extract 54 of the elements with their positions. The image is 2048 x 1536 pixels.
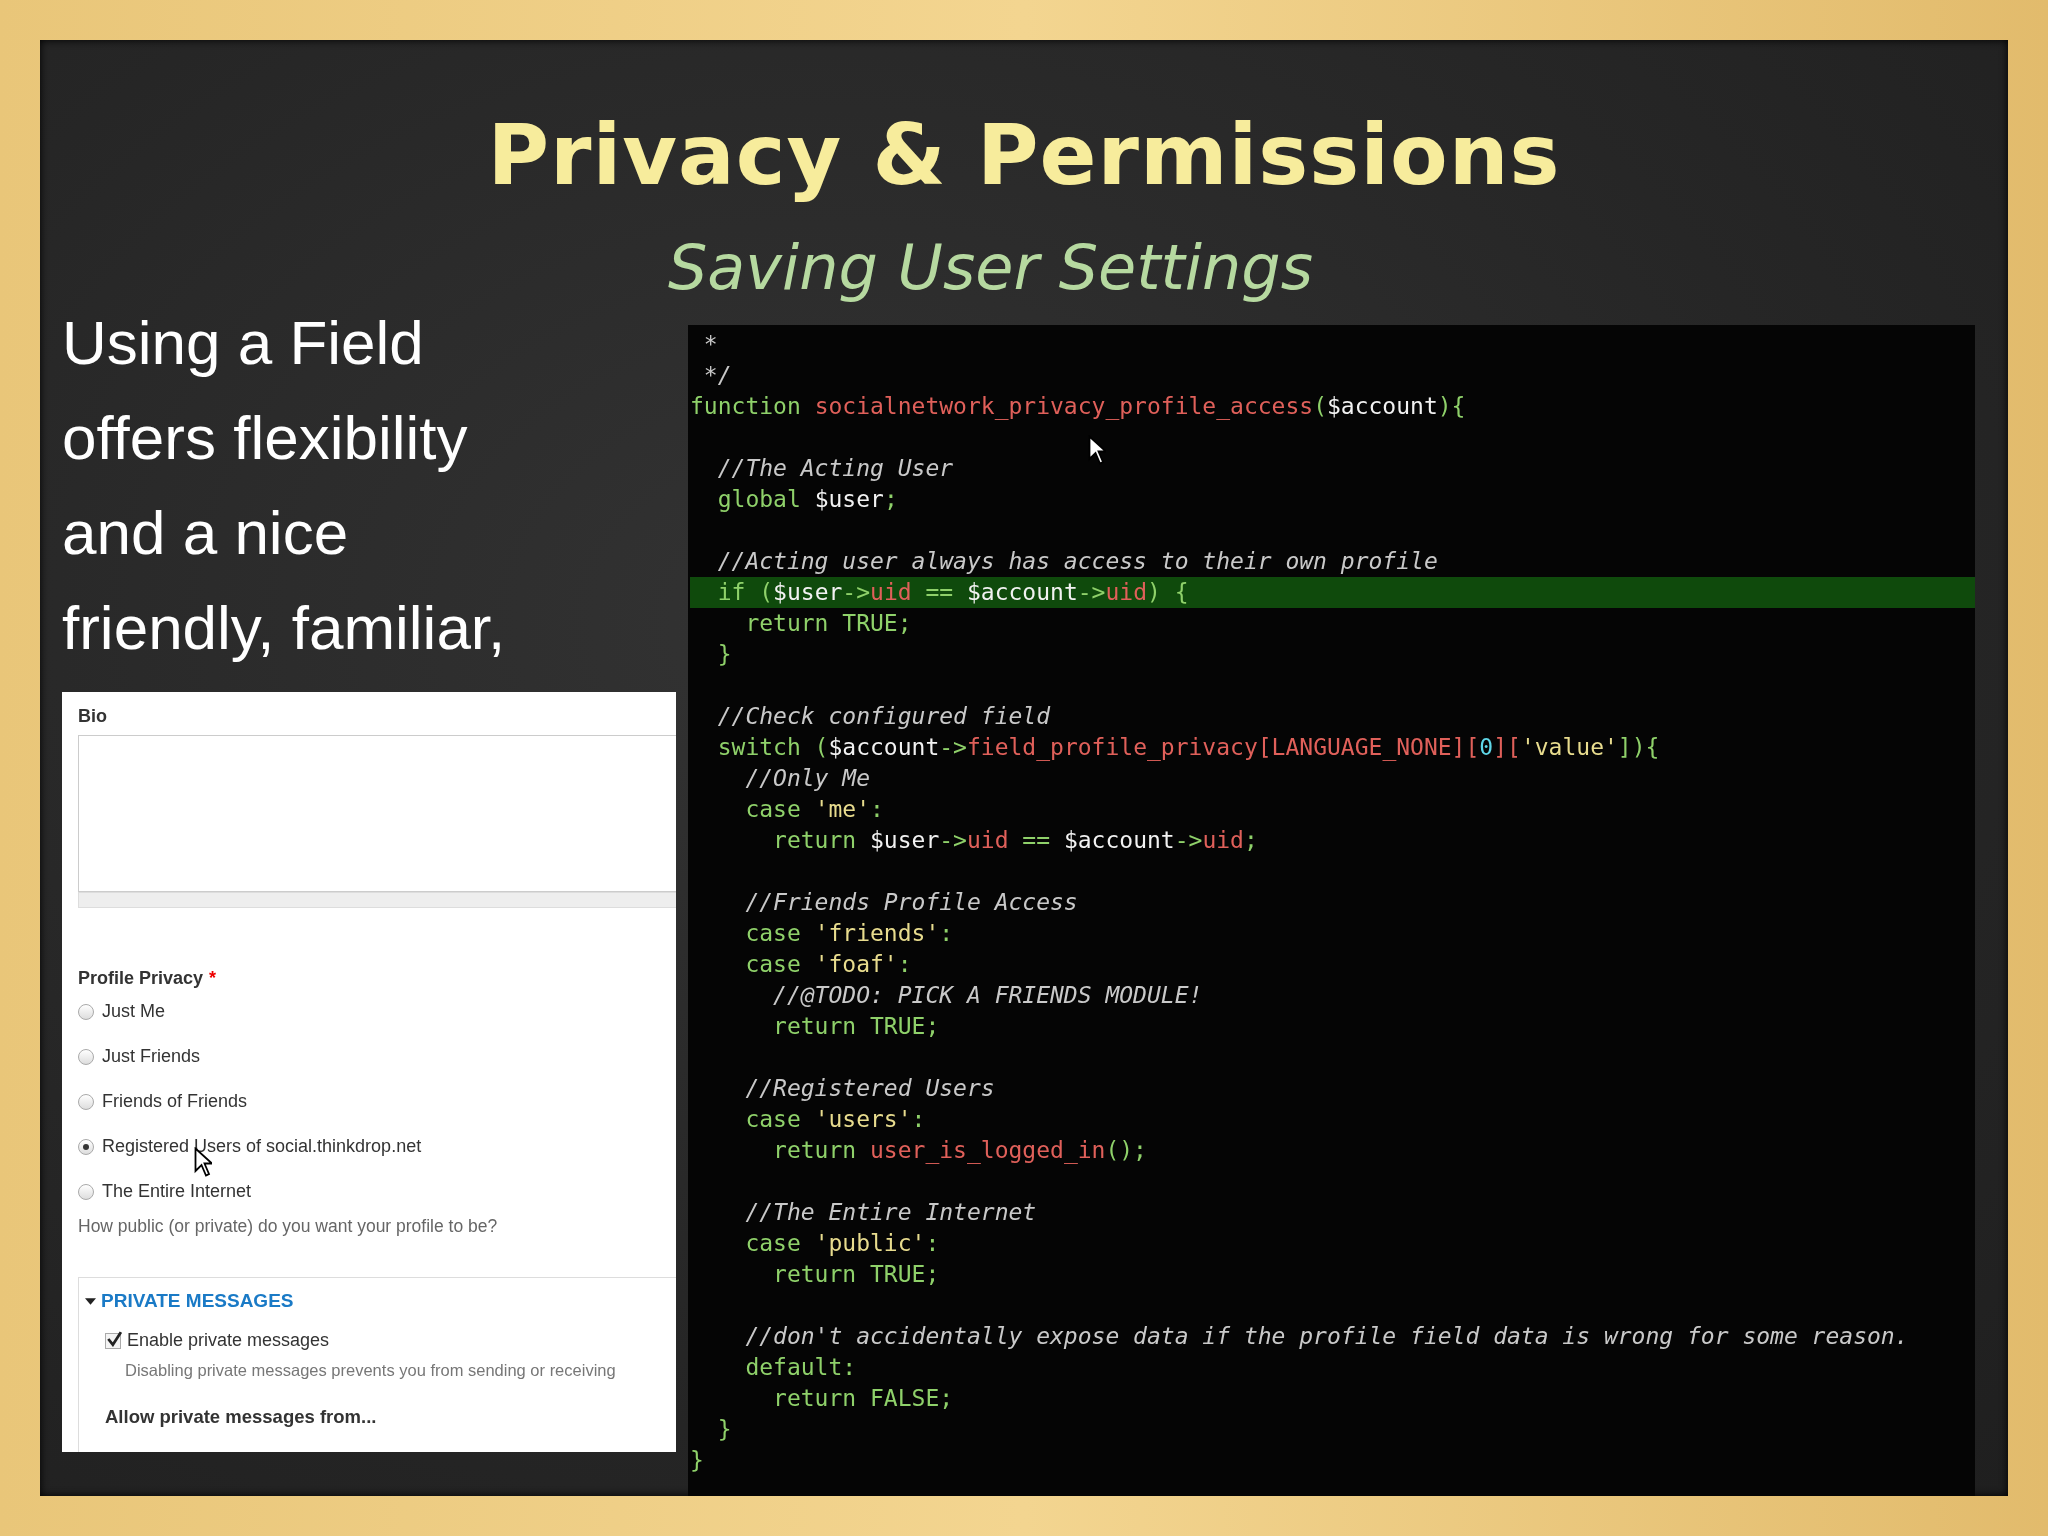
- radio-button[interactable]: [78, 1183, 94, 1200]
- code-line: return TRUE;: [772, 1260, 941, 1289]
- code-line: //Check configured field: [716, 702, 1052, 731]
- code-line: *: [702, 330, 719, 359]
- pointer-icon: [1088, 435, 1106, 465]
- code-line: function socialnetwork_privacy_profile_access($account){: [690, 392, 1467, 422]
- code-line: case 'foaf':: [744, 950, 913, 979]
- code-line: //The Acting User: [716, 454, 955, 483]
- code-line: return $user->uid == $account->uid;: [772, 826, 1259, 855]
- checkbox[interactable]: [105, 1332, 121, 1349]
- code-line: return TRUE;: [772, 1012, 941, 1041]
- code-line: return user_is_logged_in();: [772, 1136, 1148, 1166]
- code-line: //don't accidentally expose data if the profile field data is wrong for some reason.: [744, 1322, 1910, 1351]
- code-line: }: [716, 640, 733, 669]
- field-description: How public (or private) do you want your profile to be?: [78, 1216, 499, 1237]
- caret-icon[interactable]: [85, 1297, 96, 1305]
- code-line: //The Entire Internet: [744, 1198, 1038, 1227]
- code-line: case 'me':: [744, 795, 885, 824]
- radio-label[interactable]: Registered Users of social.thinkdrop.net: [102, 1136, 422, 1157]
- code-line: //@TODO: PICK A FRIENDS MODULE!: [772, 981, 1204, 1010]
- radio-button[interactable]: [78, 1048, 94, 1065]
- code-line: case 'public':: [744, 1229, 941, 1258]
- slide-subtitle: Saving User Settings: [668, 235, 1314, 301]
- code-line: //Only Me: [744, 764, 871, 793]
- radio-button[interactable]: [78, 1093, 94, 1110]
- radio-label[interactable]: The Entire Internet: [102, 1181, 252, 1202]
- code-line: case 'users':: [744, 1105, 927, 1134]
- radio-button[interactable]: [78, 1138, 94, 1155]
- checkbox-label[interactable]: Enable private messages: [127, 1330, 330, 1351]
- code-line: //Friends Profile Access: [744, 888, 1079, 917]
- code-line: return FALSE;: [772, 1384, 955, 1413]
- field-label: Allow private messages from...: [105, 1406, 378, 1428]
- field-description: Disabling private messages prevents you from sending or receiving: [125, 1361, 617, 1380]
- field-label: Bio: [78, 706, 108, 727]
- code-line: switch ($account->field_profile_privacy[LANGUAGE_NONE][0]['value']){: [716, 733, 1661, 763]
- required-mark: *: [209, 968, 217, 989]
- code-line: return TRUE;: [744, 609, 913, 638]
- code-line: case 'friends':: [744, 919, 955, 948]
- resize-bar[interactable]: [78, 892, 676, 908]
- code-line: global $user;: [716, 485, 899, 514]
- code-line: default:: [744, 1353, 858, 1382]
- fieldset-legend-link[interactable]: PRIVATE MESSAGES: [101, 1290, 294, 1312]
- code-line: */: [702, 361, 733, 390]
- code-line: //Registered Users: [744, 1074, 996, 1103]
- radio-label[interactable]: Friends of Friends: [102, 1091, 248, 1112]
- slide-body-text: Using a Field offers flexibility and a nice friendly, familiar,: [62, 307, 507, 664]
- code-line: //Acting user always has access to their own profile: [716, 547, 1439, 576]
- slide-title: Privacy & Permissions: [487, 105, 1561, 205]
- radio-label[interactable]: Just Me: [102, 1001, 166, 1022]
- field-label: Profile Privacy: [78, 968, 204, 989]
- code-line: }: [716, 1415, 733, 1444]
- radio-button[interactable]: [78, 1003, 94, 1020]
- radio-label[interactable]: Just Friends: [102, 1046, 201, 1067]
- code-line: }: [690, 1446, 705, 1475]
